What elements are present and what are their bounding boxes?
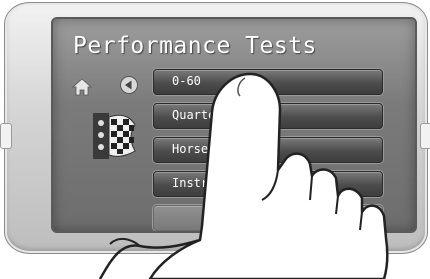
checkered-flag-logo-icon <box>93 113 136 159</box>
menu-item-label: 0-60 <box>172 74 201 88</box>
bezel-right-tab <box>420 123 430 149</box>
bezel-left-tab <box>0 123 12 149</box>
menu-item-label: Horsepo <box>172 142 223 156</box>
performance-tests-menu: 0-60 Quarter M Horsepo Instruc <box>153 69 383 231</box>
menu-item-quarter-mile[interactable]: Quarter M <box>153 103 383 129</box>
menu-item-0-60[interactable]: 0-60 <box>153 69 383 95</box>
menu-item-horsepower[interactable]: Horsepo <box>153 137 383 163</box>
menu-item-label: Quarter M <box>172 108 238 122</box>
back-arrow-icon[interactable] <box>119 75 139 95</box>
screen-title: Performance Tests <box>73 33 317 59</box>
home-icon[interactable] <box>71 77 93 97</box>
menu-item-label: Instruc <box>172 176 223 190</box>
device-screen: Performance Tests 0-60 Quarter M Horsepo… <box>51 17 417 233</box>
device-bezel: Performance Tests 0-60 Quarter M Horsepo… <box>0 2 430 254</box>
menu-item-instructions[interactable]: Instruc <box>153 171 383 197</box>
menu-item-empty <box>153 205 383 231</box>
